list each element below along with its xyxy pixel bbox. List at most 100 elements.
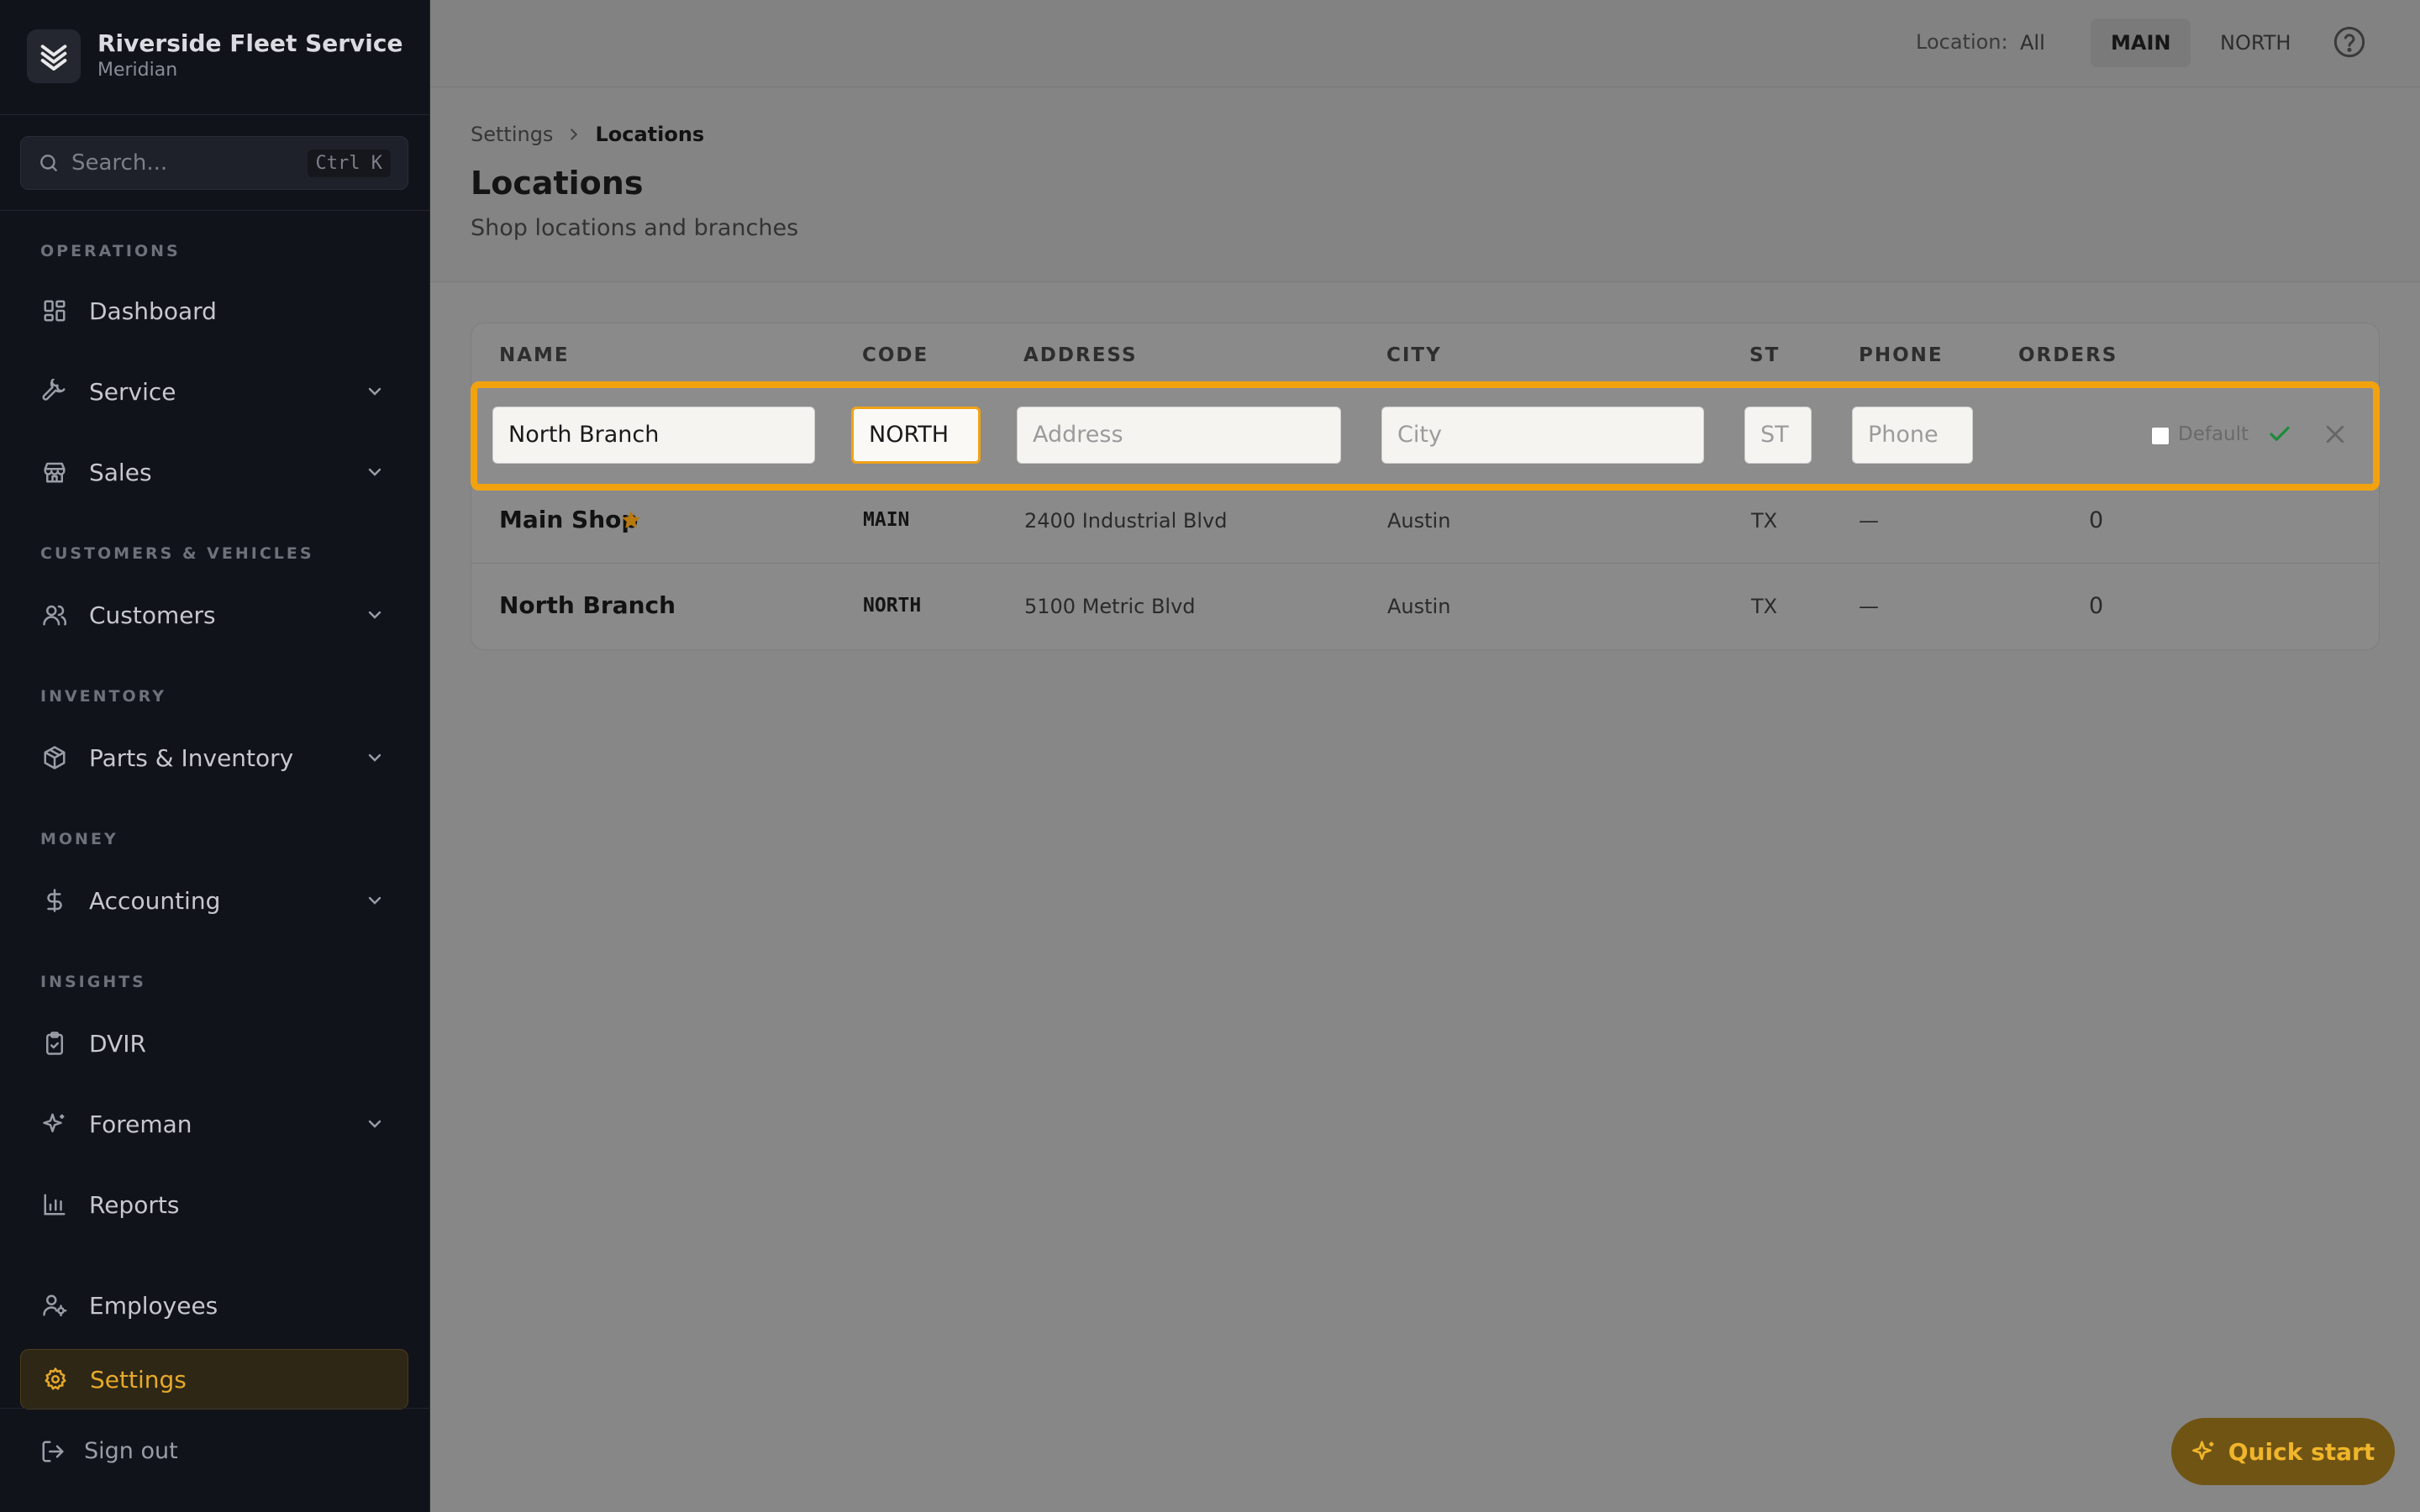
chevron-down-icon [368,896,381,905]
sidebar-item-accounting[interactable]: Accounting [20,870,408,931]
name-field[interactable]: North Branch [492,407,815,464]
sidebar-item-label: Accounting [89,886,221,915]
user-cog-icon [43,1294,67,1317]
city-field[interactable]: City [1381,407,1704,464]
breadcrumb-current: Locations [595,123,705,146]
sidebar-item-parts-inventory[interactable]: Parts & Inventory [20,727,408,788]
dollar-icon [47,889,62,912]
sparkles-icon [43,1113,65,1132]
address-field[interactable]: Address [1017,407,1341,464]
row-name[interactable]: Main Shop [499,506,638,533]
row-divider [471,563,2380,564]
search-shortcut: Ctrl K [307,149,391,177]
row-address: 5100 Metric Blvd [1024,595,1196,618]
logout-icon [42,1441,64,1462]
sidebar-item-dvir[interactable]: DVIR [20,1013,408,1074]
sidebar-item-label: Foreman [89,1110,192,1138]
sidebar-divider [0,1408,430,1409]
row-city: Austin [1387,595,1451,618]
star-icon [622,511,640,528]
sidebar-item-settings[interactable]: Settings [20,1349,408,1410]
row-orders: 0 [2089,507,2104,533]
section-label-operations: OPERATIONS [40,242,181,260]
column-header-name: NAME [499,344,570,366]
sidebar-item-label: DVIR [89,1029,146,1058]
row-code: MAIN [863,509,910,531]
box-icon [44,746,66,769]
chevron-down-icon [368,1120,381,1128]
sidebar: Riverside Fleet Service Meridian Search.… [0,0,430,1512]
sidebar-item-customers[interactable]: Customers [20,585,408,645]
column-header-code: CODE [862,344,929,366]
clipboard-check-icon [46,1032,63,1055]
sidebar-item-label: Customers [89,601,216,629]
chevron-down-icon [368,387,381,396]
users-icon [43,605,67,626]
section-label-insights: INSIGHTS [40,973,146,991]
close-icon[interactable] [2323,422,2348,447]
quick-start-label: Quick start [2228,1437,2375,1466]
check-icon[interactable] [2267,422,2292,447]
sidebar-item-reports[interactable]: Reports [20,1174,408,1235]
sidebar-item-label: Reports [89,1190,180,1219]
location-label: Location: [1916,30,2008,54]
location-option-main[interactable]: MAIN [2091,18,2191,67]
search-placeholder: Search... [71,150,168,176]
page-subtitle: Shop locations and branches [471,215,799,241]
sidebar-item-label: Service [89,377,176,406]
signout-button[interactable]: Sign out [40,1438,178,1464]
breadcrumb-settings-link[interactable]: Settings [471,123,553,146]
sidebar-item-label: Dashboard [89,297,217,325]
row-state: TX [1751,595,1778,618]
sidebar-item-employees[interactable]: Employees [20,1275,408,1336]
wrench-icon [42,379,66,401]
column-header-city: CITY [1386,344,1442,366]
store-icon [44,462,66,483]
chevron-down-icon [368,611,381,619]
code-field[interactable]: NORTH [851,407,981,464]
page-header: Settings Locations Locations Shop locati… [430,87,2420,282]
quick-start-button[interactable]: Quick start [2171,1418,2395,1485]
default-label: Default [2178,423,2249,445]
sidebar-item-label: Employees [89,1291,218,1320]
sidebar-item-service[interactable]: Service [20,361,408,422]
section-label-money: MONEY [40,830,118,848]
row-phone: — [1859,595,1879,618]
search-input[interactable]: Search... Ctrl K [20,136,408,190]
sidebar-item-label: Settings [90,1365,187,1394]
row-phone: — [1859,509,1879,533]
sidebar-item-label: Sales [89,458,152,486]
brand-subtitle: Meridian [97,60,178,81]
row-state: TX [1751,509,1778,533]
gear-icon [45,1368,66,1390]
chevron-down-icon [368,468,381,476]
location-option-north[interactable]: NORTH [2200,18,2311,67]
row-city: Austin [1387,509,1451,533]
section-label-inventory: INVENTORY [40,687,167,706]
column-header-phone: PHONE [1859,344,1944,366]
page-title: Locations [471,165,644,202]
sidebar-item-foreman[interactable]: Foreman [20,1094,408,1154]
brand-logo-icon [27,29,81,83]
location-option-all[interactable]: All [2000,18,2065,67]
topbar: Location: All MAIN NORTH [430,0,2420,87]
column-header-state: ST [1749,344,1781,366]
sidebar-divider [0,210,430,211]
section-label-customers-vehicles: CUSTOMERS & VEHICLES [40,544,314,563]
column-header-address: ADDRESS [1023,344,1138,366]
sidebar-divider [0,114,430,115]
row-code: NORTH [863,595,922,617]
signout-label: Sign out [84,1438,178,1464]
sidebar-item-sales[interactable]: Sales [20,442,408,502]
chevron-down-icon [368,753,381,762]
help-icon[interactable] [2333,25,2366,59]
brand-name: Riverside Fleet Service [97,29,403,57]
row-name[interactable]: North Branch [499,591,676,619]
brand[interactable]: Riverside Fleet Service Meridian [27,29,403,84]
default-checkbox[interactable] [2151,427,2170,445]
sidebar-item-dashboard[interactable]: Dashboard [20,281,408,341]
state-field[interactable]: ST [1744,407,1812,464]
phone-field[interactable]: Phone [1852,407,1973,464]
row-orders: 0 [2089,593,2104,619]
row-address: 2400 Industrial Blvd [1024,509,1228,533]
